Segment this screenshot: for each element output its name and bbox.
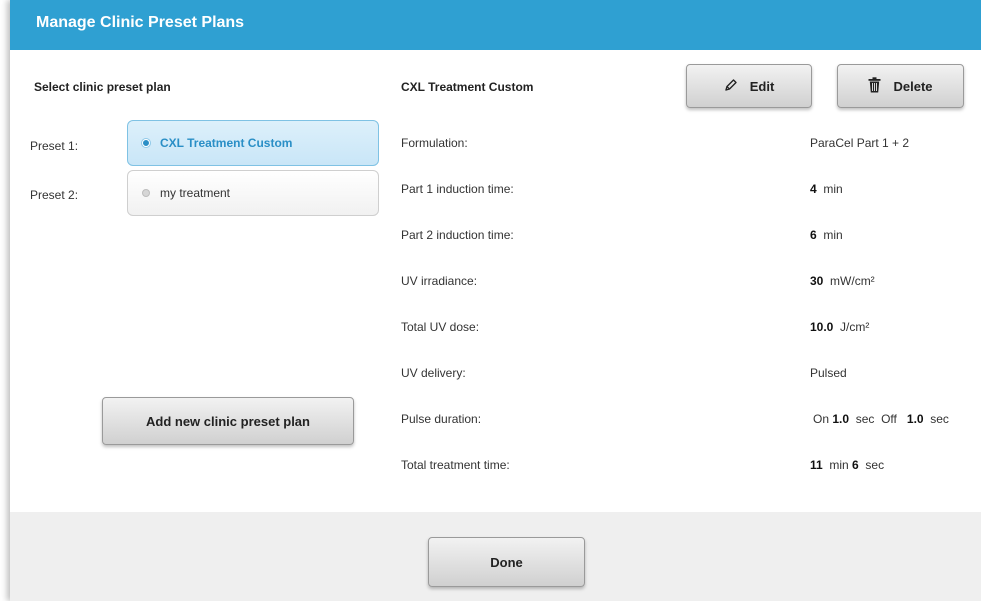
delivery-label: UV delivery: bbox=[401, 366, 466, 380]
part2-row: Part 2 induction time: 6 min bbox=[401, 228, 961, 244]
dose-label: Total UV dose: bbox=[401, 320, 480, 334]
dose-value: 10.0 J/cm² bbox=[810, 320, 869, 334]
part1-value: 4 min bbox=[810, 182, 843, 196]
total-time-value: 11 min 6 sec bbox=[810, 458, 884, 472]
irradiance-row: UV irradiance: 30 mW/cm² bbox=[401, 274, 961, 290]
pulse-off-label: Off bbox=[881, 412, 897, 426]
add-preset-button-label: Add new clinic preset plan bbox=[146, 413, 310, 429]
total-time-label: Total treatment time: bbox=[401, 458, 510, 472]
delivery-row: UV delivery: Pulsed bbox=[401, 366, 961, 382]
dose-number: 10.0 bbox=[810, 320, 834, 334]
part1-label: Part 1 induction time: bbox=[401, 182, 514, 196]
delivery-value: Pulsed bbox=[810, 366, 847, 380]
part1-unit: min bbox=[823, 182, 843, 196]
part1-number: 4 bbox=[810, 182, 817, 196]
pulse-on-number: 1.0 bbox=[832, 412, 850, 426]
preset-2-label: Preset 2: bbox=[30, 188, 79, 202]
preset-2-option[interactable]: my treatment bbox=[127, 170, 379, 216]
title-bar: Manage Clinic Preset Plans bbox=[10, 0, 981, 50]
pulse-off-unit: sec bbox=[930, 412, 949, 426]
total-time-sec-number: 6 bbox=[852, 458, 859, 472]
pulse-label: Pulse duration: bbox=[401, 412, 482, 426]
preset-1-option[interactable]: CXL Treatment Custom bbox=[127, 120, 379, 166]
edit-button[interactable]: Edit bbox=[686, 64, 812, 108]
preset-1-name: CXL Treatment Custom bbox=[160, 136, 293, 150]
select-preset-heading: Select clinic preset plan bbox=[34, 80, 171, 94]
pulse-on-unit: sec bbox=[855, 412, 875, 426]
preset-2-name: my treatment bbox=[160, 186, 231, 200]
irradiance-number: 30 bbox=[810, 274, 824, 288]
total-time-min-unit: min bbox=[829, 458, 849, 472]
part2-value: 6 min bbox=[810, 228, 843, 242]
pencil-icon bbox=[724, 78, 750, 95]
formulation-row: Formulation: ParaCel Part 1 + 2 bbox=[401, 136, 961, 152]
radio-selected-icon bbox=[142, 139, 150, 147]
part2-label: Part 2 induction time: bbox=[401, 228, 514, 242]
pulse-value: On 1.0 sec Off 1.0 sec bbox=[813, 412, 949, 426]
irradiance-unit: mW/cm² bbox=[830, 274, 875, 288]
part1-row: Part 1 induction time: 4 min bbox=[401, 182, 961, 198]
page-title: Manage Clinic Preset Plans bbox=[36, 14, 245, 31]
done-button-label: Done bbox=[490, 554, 523, 570]
trash-icon bbox=[868, 76, 893, 96]
done-button[interactable]: Done bbox=[428, 537, 585, 587]
irradiance-value: 30 mW/cm² bbox=[810, 274, 875, 288]
dose-unit: J/cm² bbox=[840, 320, 870, 334]
preset-1-label: Preset 1: bbox=[30, 139, 79, 153]
add-preset-button[interactable]: Add new clinic preset plan bbox=[102, 397, 354, 445]
pulse-off-number: 1.0 bbox=[906, 412, 924, 426]
delete-button-label: Delete bbox=[893, 78, 933, 94]
delete-button[interactable]: Delete bbox=[837, 64, 964, 108]
total-time-row: Total treatment time: 11 min 6 sec bbox=[401, 458, 961, 474]
detail-title: CXL Treatment Custom bbox=[401, 80, 534, 94]
formulation-value: ParaCel Part 1 + 2 bbox=[810, 136, 910, 150]
part2-number: 6 bbox=[810, 228, 817, 242]
radio-unselected-icon bbox=[142, 189, 150, 197]
pulse-on-label: On bbox=[813, 412, 830, 426]
edit-button-label: Edit bbox=[749, 78, 775, 94]
part2-unit: min bbox=[823, 228, 843, 242]
total-time-sec-unit: sec bbox=[865, 458, 885, 472]
total-time-min-number: 11 bbox=[810, 458, 823, 472]
pulse-row: Pulse duration: On 1.0 sec Off 1.0 sec bbox=[401, 412, 961, 428]
dose-row: Total UV dose: 10.0 J/cm² bbox=[401, 320, 961, 336]
irradiance-label: UV irradiance: bbox=[401, 274, 478, 288]
formulation-label: Formulation: bbox=[401, 136, 468, 150]
manage-presets-window: Manage Clinic Preset Plans Select clinic… bbox=[10, 0, 981, 601]
